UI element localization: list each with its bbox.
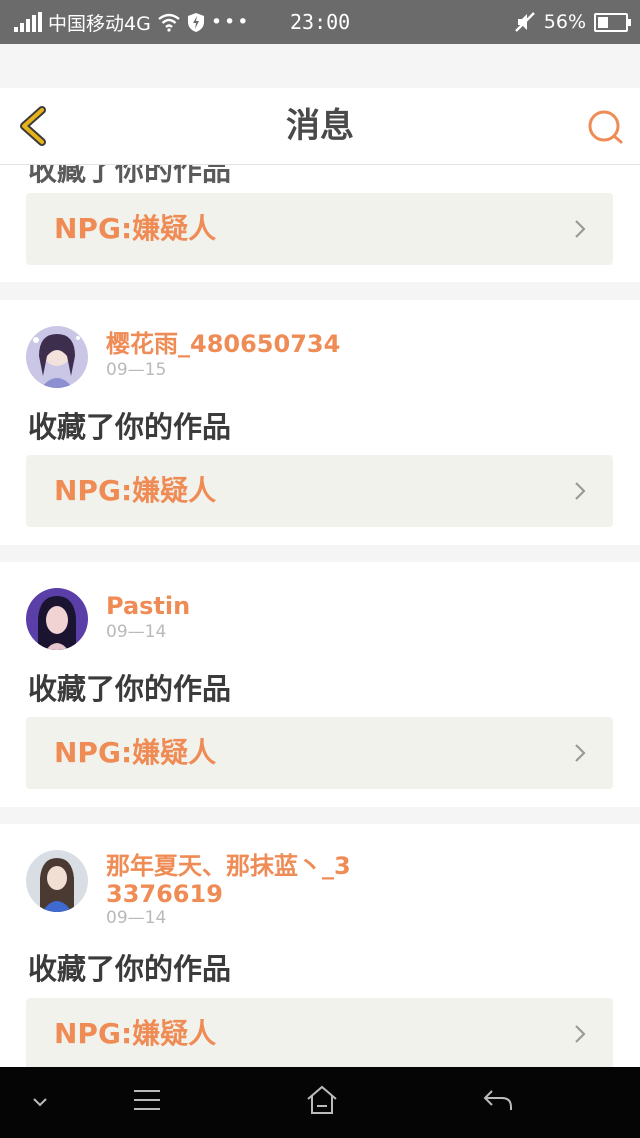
more-icon: ••• <box>210 11 251 33</box>
system-nav-bar <box>0 1067 640 1138</box>
page-title: 消息 <box>286 106 354 146</box>
chevron-down-icon[interactable] <box>30 1095 50 1109</box>
message-date: 09—14 <box>106 622 167 642</box>
work-title: NPG:嫌疑人 <box>54 474 217 507</box>
avatar[interactable] <box>26 588 88 650</box>
message-date: 09—15 <box>106 360 167 380</box>
message-card: 樱花雨_480650734 09—15 收藏了你的作品 NPG:嫌疑人 <box>0 300 640 545</box>
action-text: 收藏了你的作品 <box>28 410 232 444</box>
wifi-icon <box>158 13 180 32</box>
user-name[interactable]: 那年夏天、那抹蓝丶_33376619 <box>106 852 366 908</box>
chevron-right-icon <box>575 220 586 238</box>
mute-icon <box>514 12 535 32</box>
clock: 23:00 <box>290 10 351 34</box>
action-text: 收藏了你的作品 <box>28 672 232 706</box>
header-bar: 消息 <box>0 88 640 165</box>
battery-percent: 56% <box>543 11 586 33</box>
message-card: Pastin 09—14 收藏了你的作品 NPG:嫌疑人 <box>0 562 640 807</box>
back-arrow-icon[interactable] <box>482 1087 514 1113</box>
avatar[interactable] <box>26 850 88 912</box>
shield-icon <box>187 12 204 32</box>
signal-icon <box>14 12 42 32</box>
message-card: 那年夏天、那抹蓝丶_33376619 09—14 收藏了你的作品 NPG:嫌疑人 <box>0 824 640 1067</box>
user-name[interactable]: 樱花雨_480650734 <box>106 330 366 358</box>
work-link[interactable]: NPG:嫌疑人 <box>26 193 613 265</box>
status-bar: 中国移动4G ••• 23:00 56% <box>0 0 640 44</box>
chevron-right-icon <box>575 482 586 500</box>
action-text: 收藏了你的作品 <box>28 165 232 187</box>
chevron-right-icon <box>575 1025 586 1043</box>
work-title: NPG:嫌疑人 <box>54 736 217 769</box>
work-title: NPG:嫌疑人 <box>54 212 217 245</box>
battery-icon <box>594 12 631 32</box>
message-date: 09—14 <box>106 908 167 928</box>
message-list[interactable]: 收藏了你的作品 NPG:嫌疑人 樱花雨_480650734 09—15 收藏了你… <box>0 165 640 1067</box>
work-link[interactable]: NPG:嫌疑人 <box>26 717 613 789</box>
message-card: 收藏了你的作品 NPG:嫌疑人 <box>0 165 640 282</box>
work-title: NPG:嫌疑人 <box>54 1017 217 1050</box>
work-link[interactable]: NPG:嫌疑人 <box>26 998 613 1067</box>
action-text: 收藏了你的作品 <box>28 952 232 986</box>
avatar[interactable] <box>26 326 88 388</box>
search-icon[interactable] <box>586 108 624 146</box>
work-link[interactable]: NPG:嫌疑人 <box>26 455 613 527</box>
user-name[interactable]: Pastin <box>106 592 366 620</box>
chevron-right-icon <box>575 744 586 762</box>
menu-icon[interactable] <box>132 1087 162 1113</box>
carrier-label: 中国移动4G <box>48 12 151 35</box>
home-icon[interactable] <box>305 1085 339 1115</box>
